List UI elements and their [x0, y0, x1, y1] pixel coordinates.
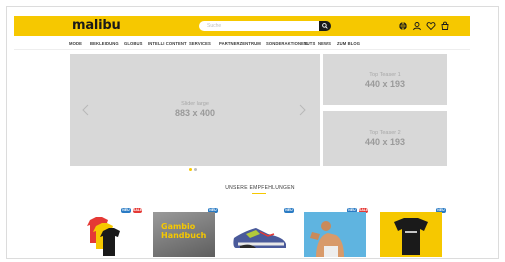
product-image-book[interactable]: Gambio Handbuch: [153, 212, 215, 257]
search-input[interactable]: Suche: [199, 21, 319, 31]
bag-icon[interactable]: [440, 21, 450, 31]
product-image-black-shirt[interactable]: [380, 212, 442, 257]
teaser-1-size: 440 x 193: [364, 79, 406, 89]
nav-item-partnerzentrum[interactable]: PARTNERZENTRUM: [219, 41, 261, 46]
nav-item-sonderaktionen[interactable]: SONDERAKTIONEN: [266, 41, 307, 46]
main-navigation: MODE BEKLEIDUNG GLOBUS INTELLI CONTENT S…: [14, 38, 470, 50]
logo[interactable]: malibu: [72, 18, 121, 33]
slider-size: 883 x 400: [174, 108, 216, 118]
user-icon[interactable]: [412, 21, 422, 31]
nav-item-news[interactable]: NEWS: [318, 41, 331, 46]
slider-dot-active[interactable]: [189, 168, 192, 171]
teaser-2-size: 440 x 193: [364, 137, 406, 147]
header-bar: malibu Suche: [14, 16, 470, 36]
nav-item-tuts[interactable]: TUTS: [304, 41, 315, 46]
nav-item-zum-blog[interactable]: ZUM BLOG: [337, 41, 360, 46]
nav-item-bekleidung[interactable]: BEKLEIDUNG: [90, 41, 119, 46]
top-teaser-1[interactable]: Top Teaser 1 440 x 193: [323, 54, 447, 105]
product-image-tshirts[interactable]: [78, 212, 140, 257]
slider-dot[interactable]: [194, 168, 197, 171]
search-icon: [322, 23, 328, 29]
book-title: Gambio Handbuch: [161, 222, 207, 240]
nav-item-globus[interactable]: GLOBUS: [124, 41, 143, 46]
title-underline: [252, 193, 266, 194]
nav-item-services[interactable]: SERVICES: [189, 41, 211, 46]
teaser-1-caption: Top Teaser 1: [369, 72, 401, 78]
hero-slider[interactable]: Slider large 883 x 400: [70, 54, 320, 171]
nav-item-intelli-content[interactable]: INTELLI CONTENT: [148, 41, 187, 46]
product-image-sneakers[interactable]: [230, 212, 292, 257]
heart-icon[interactable]: [426, 21, 436, 31]
top-teaser-2[interactable]: Top Teaser 2 440 x 193: [323, 111, 447, 166]
teaser-2-caption: Top Teaser 2: [369, 130, 401, 136]
globe-icon[interactable]: [398, 21, 408, 31]
nav-item-mode[interactable]: MODE: [69, 41, 82, 46]
slider-dots: [189, 158, 199, 176]
search-button[interactable]: [319, 21, 331, 31]
recommendations-title: UNSERE EMPFEHLUNGEN: [225, 185, 295, 191]
slider-caption: Slider large: [181, 101, 209, 107]
product-image-person[interactable]: [304, 212, 366, 257]
